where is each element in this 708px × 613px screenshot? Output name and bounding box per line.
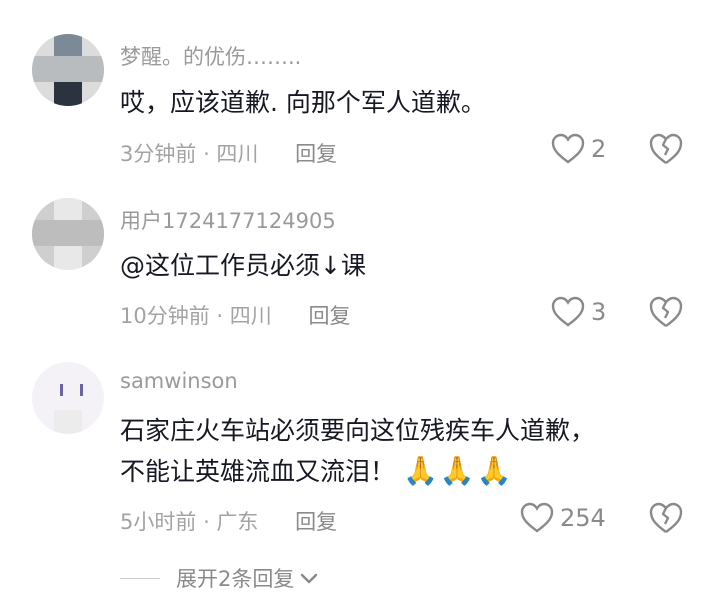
heart-icon [551,296,585,327]
praying-hands-emoji: 🙏🙏🙏 [402,454,514,487]
avatar[interactable] [32,362,104,434]
comment-location: 四川 [216,142,259,166]
username[interactable]: 梦醒。的优伤…….. [120,41,301,71]
comment-location: 广东 [216,510,259,534]
username[interactable]: 用户1724177124905 [120,205,336,235]
separator: · [216,304,230,328]
comment-text: 石家庄火车站必须要向这位残疾车人道歉， [120,416,596,445]
separator: · [203,510,217,534]
like-count: 3 [591,298,607,326]
like-button[interactable]: 254 [520,502,606,534]
comment-meta: 3分钟前 · 四川 回复 [120,138,337,168]
comment-text: 不能让英雄流血又流泪！ 🙏🙏🙏 [120,452,514,491]
heart-icon [551,133,585,164]
reply-button[interactable]: 回复 [308,304,350,328]
username[interactable]: samwinson [120,369,238,393]
comment-text: 哎，应该道歉. 向那个军人道歉。 [120,88,486,117]
comment-location: 四川 [229,304,272,328]
broken-heart-icon[interactable] [648,500,684,536]
comment-time: 10分钟前 [120,304,210,328]
divider [120,577,160,579]
heart-icon [520,502,554,533]
like-count: 254 [560,504,606,532]
comment-time: 3分钟前 [120,142,197,166]
expand-replies-button[interactable]: 展开2条回复 [120,563,320,593]
expand-replies-label: 展开2条回复 [176,567,295,591]
comment-meta: 5小时前 · 广东 回复 [120,506,337,536]
comment-time: 5小时前 [120,510,197,534]
like-button[interactable]: 3 [551,296,606,328]
separator: · [203,142,217,166]
chevron-down-icon [301,573,318,584]
comment-text: @这位工作员必须↓课 [120,251,366,280]
broken-heart-icon[interactable] [648,294,684,330]
like-count: 2 [591,135,607,163]
broken-heart-icon[interactable] [648,131,684,167]
comment-text-line: 不能让英雄流血又流泪！ [120,457,396,486]
avatar[interactable] [32,198,104,270]
reply-button[interactable]: 回复 [295,510,337,534]
reply-button[interactable]: 回复 [295,142,337,166]
comment-meta: 10分钟前 · 四川 回复 [120,300,350,330]
like-button[interactable]: 2 [551,133,606,165]
avatar[interactable] [32,34,104,106]
